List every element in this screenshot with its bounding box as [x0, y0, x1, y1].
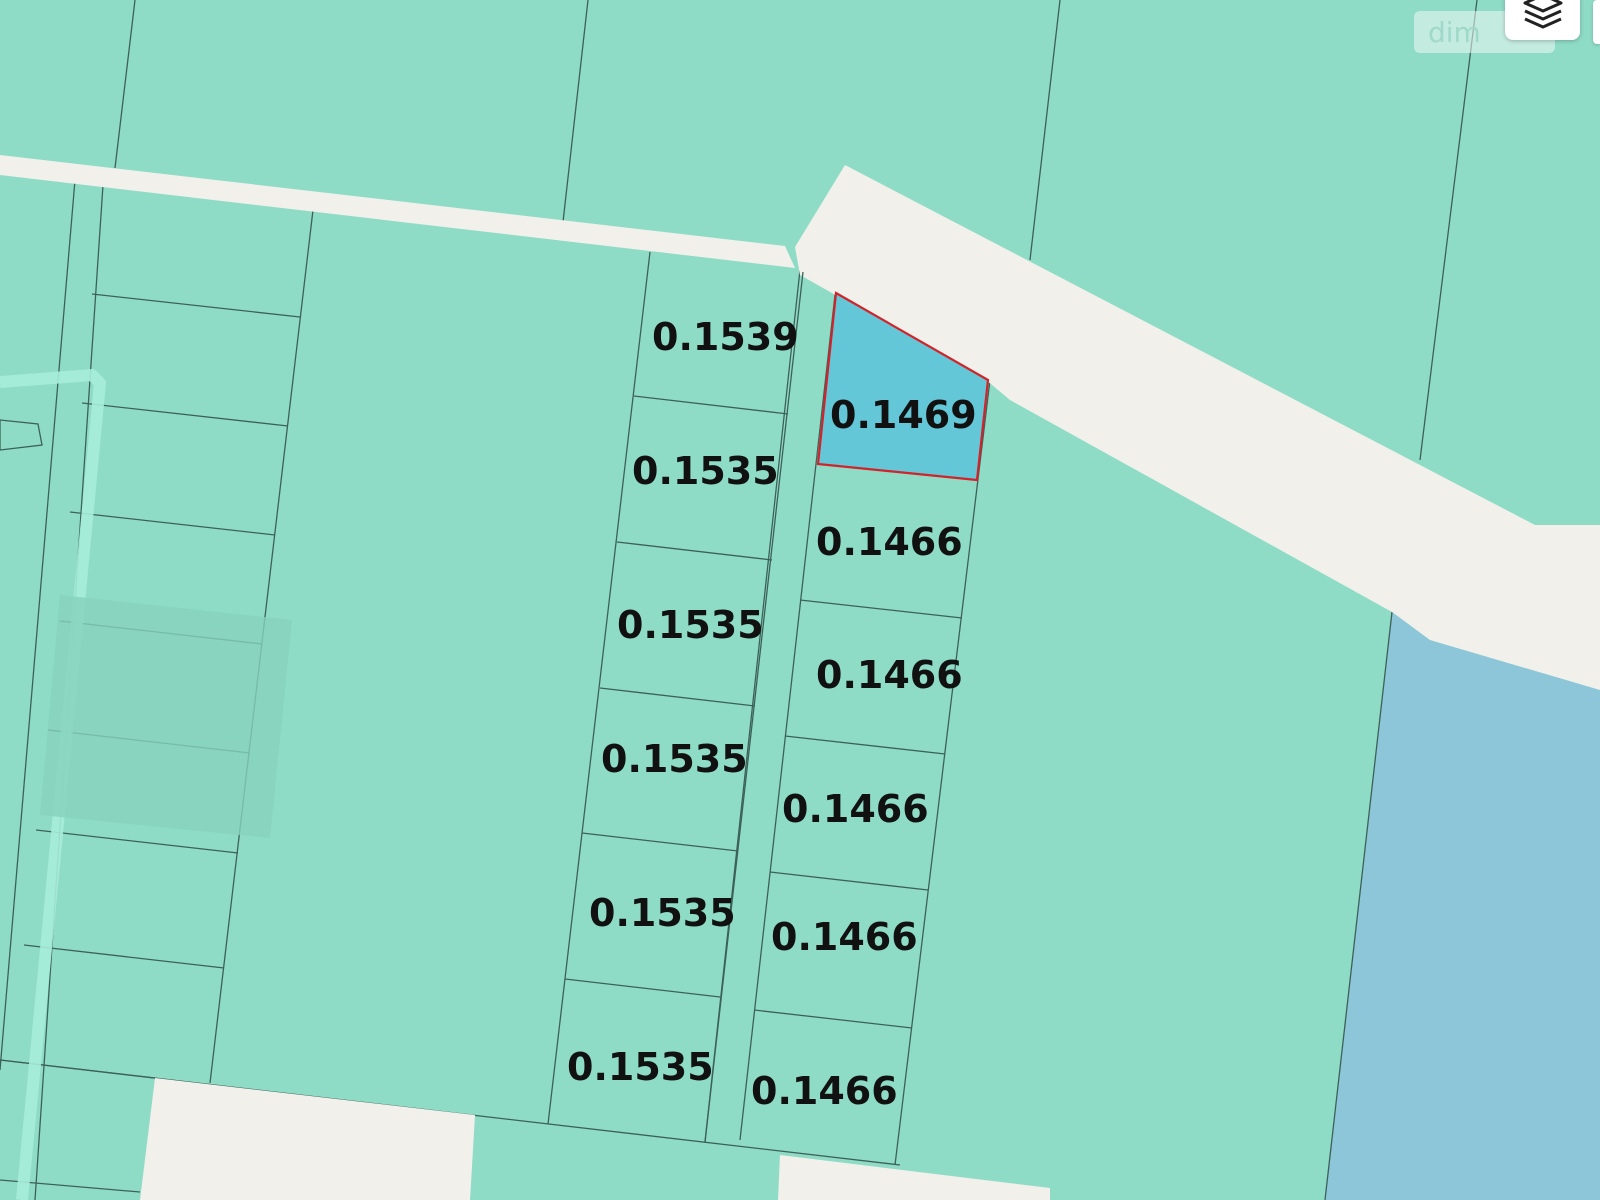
layers-button[interactable] [1505, 0, 1580, 40]
parcel-label[interactable]: 0.1466 [782, 787, 929, 831]
parcel-label[interactable]: 0.1539 [652, 315, 799, 359]
parcel-label[interactable]: 0.1535 [567, 1045, 714, 1089]
parcel-label[interactable]: 0.1466 [771, 915, 918, 959]
parcel-label[interactable]: 0.1466 [816, 653, 963, 697]
parcel-label[interactable]: 0.1466 [816, 520, 963, 564]
attribution-badge-text: dim [1428, 15, 1481, 49]
layers-icon [1523, 0, 1562, 29]
parcel-label[interactable]: 0.1466 [751, 1069, 898, 1113]
parcel-label[interactable]: 0.1535 [601, 737, 748, 781]
cadastral-map[interactable]: 0.1539 0.1535 0.1535 0.1535 0.1535 0.153… [0, 0, 1600, 1200]
parcel-label[interactable]: 0.1535 [589, 891, 736, 935]
selected-parcel-label[interactable]: 0.1469 [830, 393, 977, 437]
parcel-label[interactable]: 0.1535 [632, 449, 779, 493]
side-control-edge[interactable] [1593, 0, 1600, 44]
parcel-label[interactable]: 0.1535 [617, 603, 764, 647]
